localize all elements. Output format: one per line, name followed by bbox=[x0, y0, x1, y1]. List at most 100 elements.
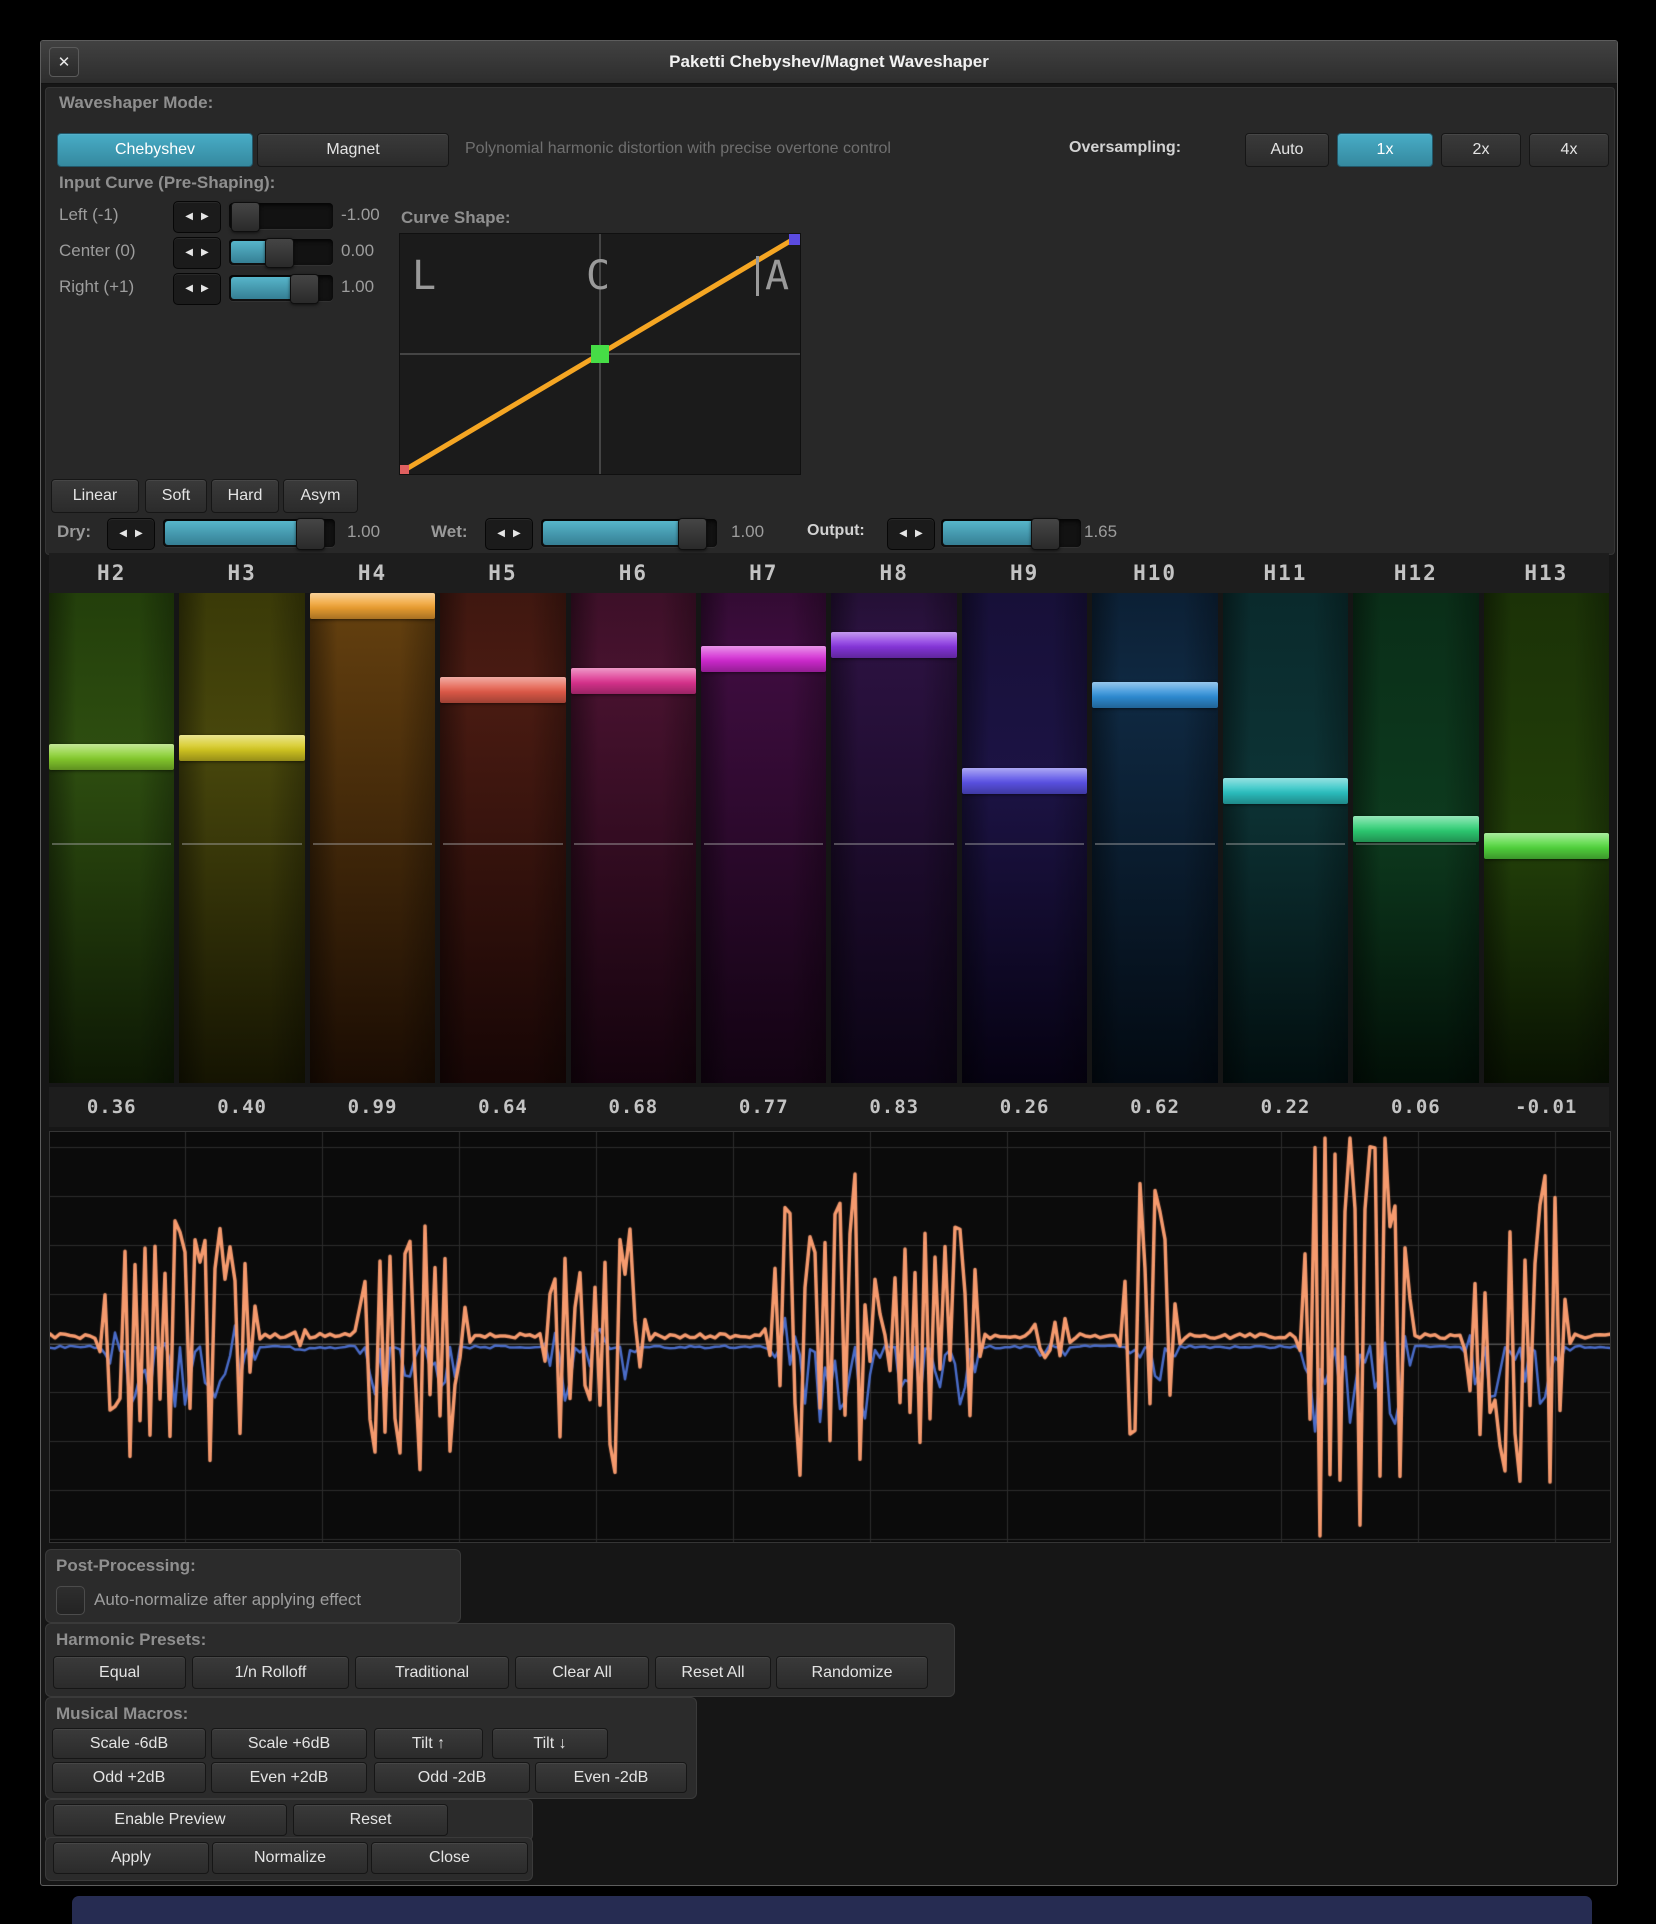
odd-2db-button[interactable]: Odd -2dB bbox=[374, 1762, 530, 1793]
harmonic-slider-h5[interactable] bbox=[440, 593, 565, 1083]
harmonic-handle-h2[interactable] bbox=[49, 744, 174, 770]
reset-all-button[interactable]: Reset All bbox=[655, 1656, 771, 1689]
mix-slider-wet-handle[interactable] bbox=[678, 518, 707, 550]
harmonic-handle-h6[interactable] bbox=[571, 668, 696, 694]
stepper-right-icon[interactable]: ▶ bbox=[201, 248, 209, 258]
reset-button[interactable]: Reset bbox=[293, 1804, 448, 1836]
curve-row-value-right-1: 1.00 bbox=[341, 277, 374, 297]
curve-row-stepper-center-0[interactable]: ◀▶ bbox=[173, 237, 221, 269]
harmonic-header-h13: H13 bbox=[1484, 553, 1609, 593]
even-2db-button[interactable]: Even +2dB bbox=[211, 1762, 367, 1793]
stepper-left-icon[interactable]: ◀ bbox=[899, 529, 907, 539]
harmonic-handle-h9[interactable] bbox=[962, 768, 1087, 794]
stepper-right-icon[interactable]: ▶ bbox=[201, 284, 209, 294]
stepper-left-icon[interactable]: ◀ bbox=[185, 248, 193, 258]
mix-stepper-output[interactable]: ◀▶ bbox=[887, 518, 935, 550]
auto-normalize-checkbox[interactable] bbox=[56, 1586, 85, 1615]
curve-row-stepper-right-1[interactable]: ◀▶ bbox=[173, 273, 221, 305]
harmonic-zero-line bbox=[574, 843, 693, 845]
scale-6db-button[interactable]: Scale -6dB bbox=[52, 1728, 206, 1759]
harmonic-slider-h2[interactable] bbox=[49, 593, 174, 1083]
odd-2db-button[interactable]: Odd +2dB bbox=[52, 1762, 206, 1793]
shape-asym-button[interactable]: Asym bbox=[283, 479, 358, 513]
harmonic-slider-h12[interactable] bbox=[1353, 593, 1478, 1083]
curve-shape-editor[interactable]: L C A bbox=[399, 233, 801, 475]
curve-row-slider-center-0-handle[interactable] bbox=[265, 238, 294, 268]
stepper-right-icon[interactable]: ▶ bbox=[135, 529, 143, 539]
harmonic-slider-h8[interactable] bbox=[831, 593, 956, 1083]
curve-row-slider-center-0[interactable] bbox=[229, 239, 333, 265]
curve-row-stepper-left-1[interactable]: ◀▶ bbox=[173, 201, 221, 233]
stepper-left-icon[interactable]: ◀ bbox=[119, 529, 127, 539]
mix-slider-dry-handle[interactable] bbox=[296, 518, 325, 550]
stepper-right-icon[interactable]: ▶ bbox=[513, 529, 521, 539]
oversampling-1x-button[interactable]: 1x bbox=[1337, 133, 1433, 167]
harmonic-header-h7: H7 bbox=[701, 553, 826, 593]
oversampling-auto-button[interactable]: Auto bbox=[1245, 133, 1329, 167]
harmonic-slider-h9[interactable] bbox=[962, 593, 1087, 1083]
curve-row-slider-left-1[interactable] bbox=[229, 203, 333, 229]
preview-panel: Enable PreviewReset bbox=[45, 1799, 533, 1841]
mix-slider-output-handle[interactable] bbox=[1031, 518, 1060, 550]
mix-slider-wet[interactable] bbox=[541, 519, 717, 547]
even-2db-button[interactable]: Even -2dB bbox=[535, 1762, 687, 1793]
harmonic-handle-h10[interactable] bbox=[1092, 682, 1217, 708]
shape-soft-button[interactable]: Soft bbox=[145, 479, 207, 513]
harmonic-value-text: 0.36 bbox=[87, 1096, 137, 1118]
normalize-button[interactable]: Normalize bbox=[212, 1842, 368, 1874]
harmonic-handle-h11[interactable] bbox=[1223, 778, 1348, 804]
harmonic-slider-h6[interactable] bbox=[571, 593, 696, 1083]
curve-row-slider-right-1-handle[interactable] bbox=[290, 274, 319, 304]
harmonic-handle-h7[interactable] bbox=[701, 646, 826, 672]
stepper-left-icon[interactable]: ◀ bbox=[185, 284, 193, 294]
tilt-button[interactable]: Tilt ↑ bbox=[374, 1728, 483, 1759]
mix-slider-dry[interactable] bbox=[163, 519, 335, 547]
stepper-left-icon[interactable]: ◀ bbox=[497, 529, 505, 539]
curve-row-slider-left-1-handle[interactable] bbox=[231, 202, 260, 232]
shape-linear-button[interactable]: Linear bbox=[51, 479, 139, 513]
oversampling-4x-button[interactable]: 4x bbox=[1529, 133, 1609, 167]
harmonic-handle-h4[interactable] bbox=[310, 593, 435, 619]
apply-button[interactable]: Apply bbox=[53, 1842, 209, 1874]
mode-chebyshev-button[interactable]: Chebyshev bbox=[57, 133, 253, 167]
harmonic-handle-h8[interactable] bbox=[831, 632, 956, 658]
curve-marker-center[interactable] bbox=[591, 345, 609, 363]
harmonic-handle-h12[interactable] bbox=[1353, 816, 1478, 842]
scale-6db-button[interactable]: Scale +6dB bbox=[211, 1728, 367, 1759]
harmonic-slider-h7[interactable] bbox=[701, 593, 826, 1083]
clear-all-button[interactable]: Clear All bbox=[515, 1656, 649, 1689]
harmonic-value-text: -0.01 bbox=[1515, 1096, 1577, 1118]
harmonic-handle-h3[interactable] bbox=[179, 735, 304, 761]
mix-slider-output[interactable] bbox=[941, 519, 1081, 547]
enable-preview-button[interactable]: Enable Preview bbox=[53, 1804, 287, 1836]
curve-marker-start[interactable] bbox=[400, 465, 409, 474]
harmonic-slider-h11[interactable] bbox=[1223, 593, 1348, 1083]
harmonic-slider-h13[interactable] bbox=[1484, 593, 1609, 1083]
harmonic-handle-h13[interactable] bbox=[1484, 833, 1609, 859]
oversampling-2x-button[interactable]: 2x bbox=[1441, 133, 1521, 167]
harmonic-value-h6: 0.68 bbox=[571, 1087, 696, 1127]
traditional-button[interactable]: Traditional bbox=[355, 1656, 509, 1689]
stepper-right-icon[interactable]: ▶ bbox=[915, 529, 923, 539]
harmonic-slider-h10[interactable] bbox=[1092, 593, 1217, 1083]
curve-marker-end[interactable] bbox=[789, 234, 800, 245]
mix-stepper-dry[interactable]: ◀▶ bbox=[107, 518, 155, 550]
close-button[interactable]: Close bbox=[371, 1842, 528, 1874]
curve-row-label-right-1: Right (+1) bbox=[59, 277, 134, 297]
stepper-left-icon[interactable]: ◀ bbox=[185, 212, 193, 222]
harmonic-zero-line bbox=[1356, 843, 1475, 845]
mix-stepper-wet[interactable]: ◀▶ bbox=[485, 518, 533, 550]
harmonic-header-text: H5 bbox=[488, 561, 517, 585]
equal-button[interactable]: Equal bbox=[53, 1656, 186, 1689]
close-button[interactable]: ✕ bbox=[49, 47, 79, 77]
shape-hard-button[interactable]: Hard bbox=[211, 479, 279, 513]
stepper-right-icon[interactable]: ▶ bbox=[201, 212, 209, 222]
tilt-button[interactable]: Tilt ↓ bbox=[492, 1728, 608, 1759]
curve-row-slider-right-1[interactable] bbox=[229, 275, 333, 301]
harmonic-slider-h4[interactable] bbox=[310, 593, 435, 1083]
randomize-button[interactable]: Randomize bbox=[776, 1656, 928, 1689]
1-n-rolloff-button[interactable]: 1/n Rolloff bbox=[192, 1656, 349, 1689]
harmonic-slider-h3[interactable] bbox=[179, 593, 304, 1083]
harmonic-handle-h5[interactable] bbox=[440, 677, 565, 703]
mode-magnet-button[interactable]: Magnet bbox=[257, 133, 449, 167]
